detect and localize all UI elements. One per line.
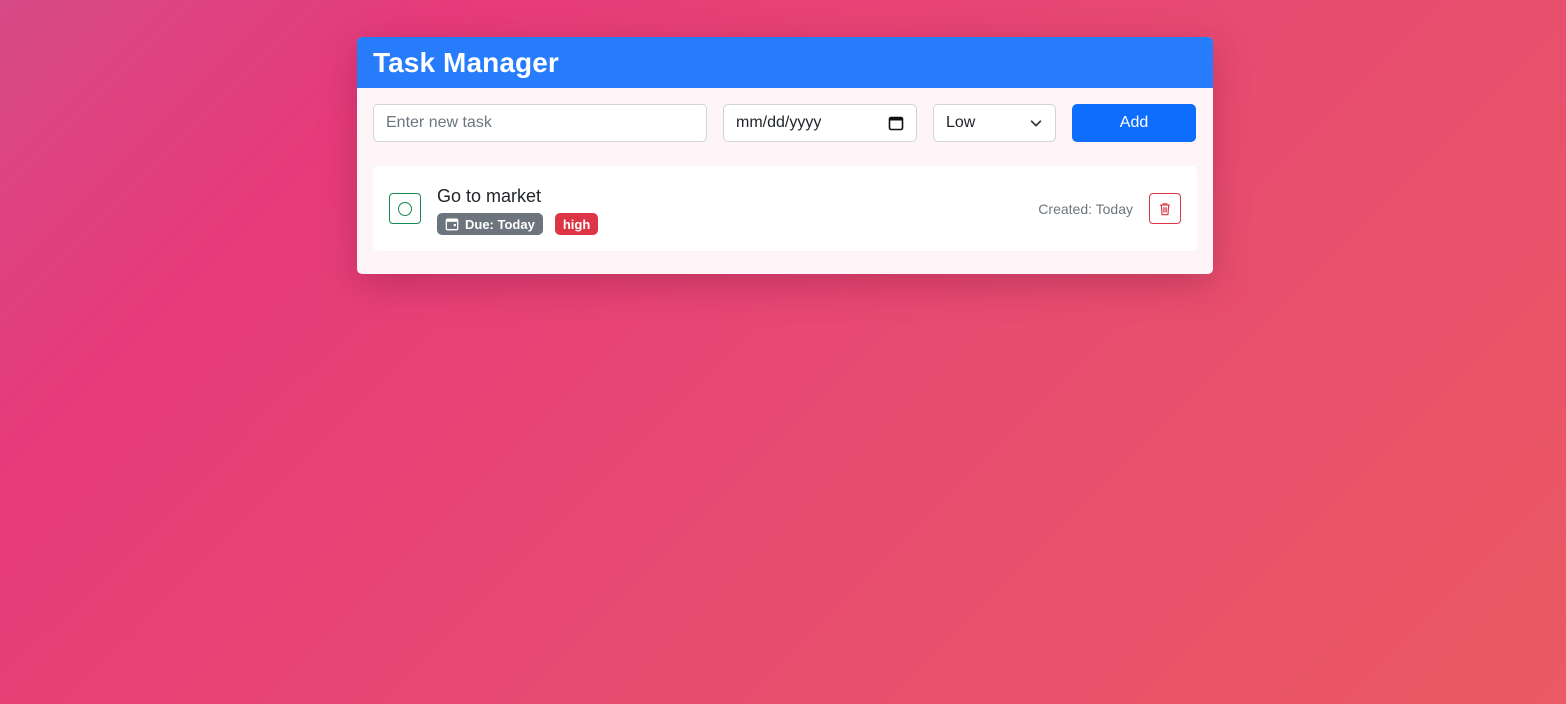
new-task-form: mm/dd/yyyy Low Add	[357, 88, 1213, 166]
task-title: Go to market	[437, 186, 542, 206]
due-date-input[interactable]: mm/dd/yyyy	[723, 104, 917, 142]
add-task-button[interactable]: Add	[1072, 104, 1196, 142]
due-date-badge: Due: Today	[437, 213, 543, 235]
calendar-icon	[445, 218, 459, 231]
task-input[interactable]	[373, 104, 707, 142]
priority-selected-value: Low	[946, 114, 976, 131]
date-placeholder: mm/dd/yyyy	[736, 114, 822, 131]
page-title: Task Manager	[373, 46, 559, 78]
task-manager-card: Task Manager mm/dd/yyyy Low Add Go to ma…	[357, 37, 1213, 274]
calendar-icon[interactable]	[888, 115, 904, 131]
delete-task-button[interactable]	[1149, 193, 1181, 224]
created-date: Created: Today	[1038, 201, 1133, 217]
complete-toggle-button[interactable]	[389, 193, 421, 224]
task-item: Go to market Due: Today high Created: To…	[373, 166, 1197, 251]
due-date-label: Due: Today	[465, 216, 535, 232]
trash-icon	[1160, 202, 1170, 215]
chevron-down-icon	[1030, 120, 1042, 127]
priority-select[interactable]: Low	[933, 104, 1056, 142]
card-header: Task Manager	[357, 37, 1213, 88]
task-badges: Due: Today high	[437, 213, 599, 235]
priority-badge: high	[554, 213, 599, 235]
circle-icon	[398, 201, 412, 216]
